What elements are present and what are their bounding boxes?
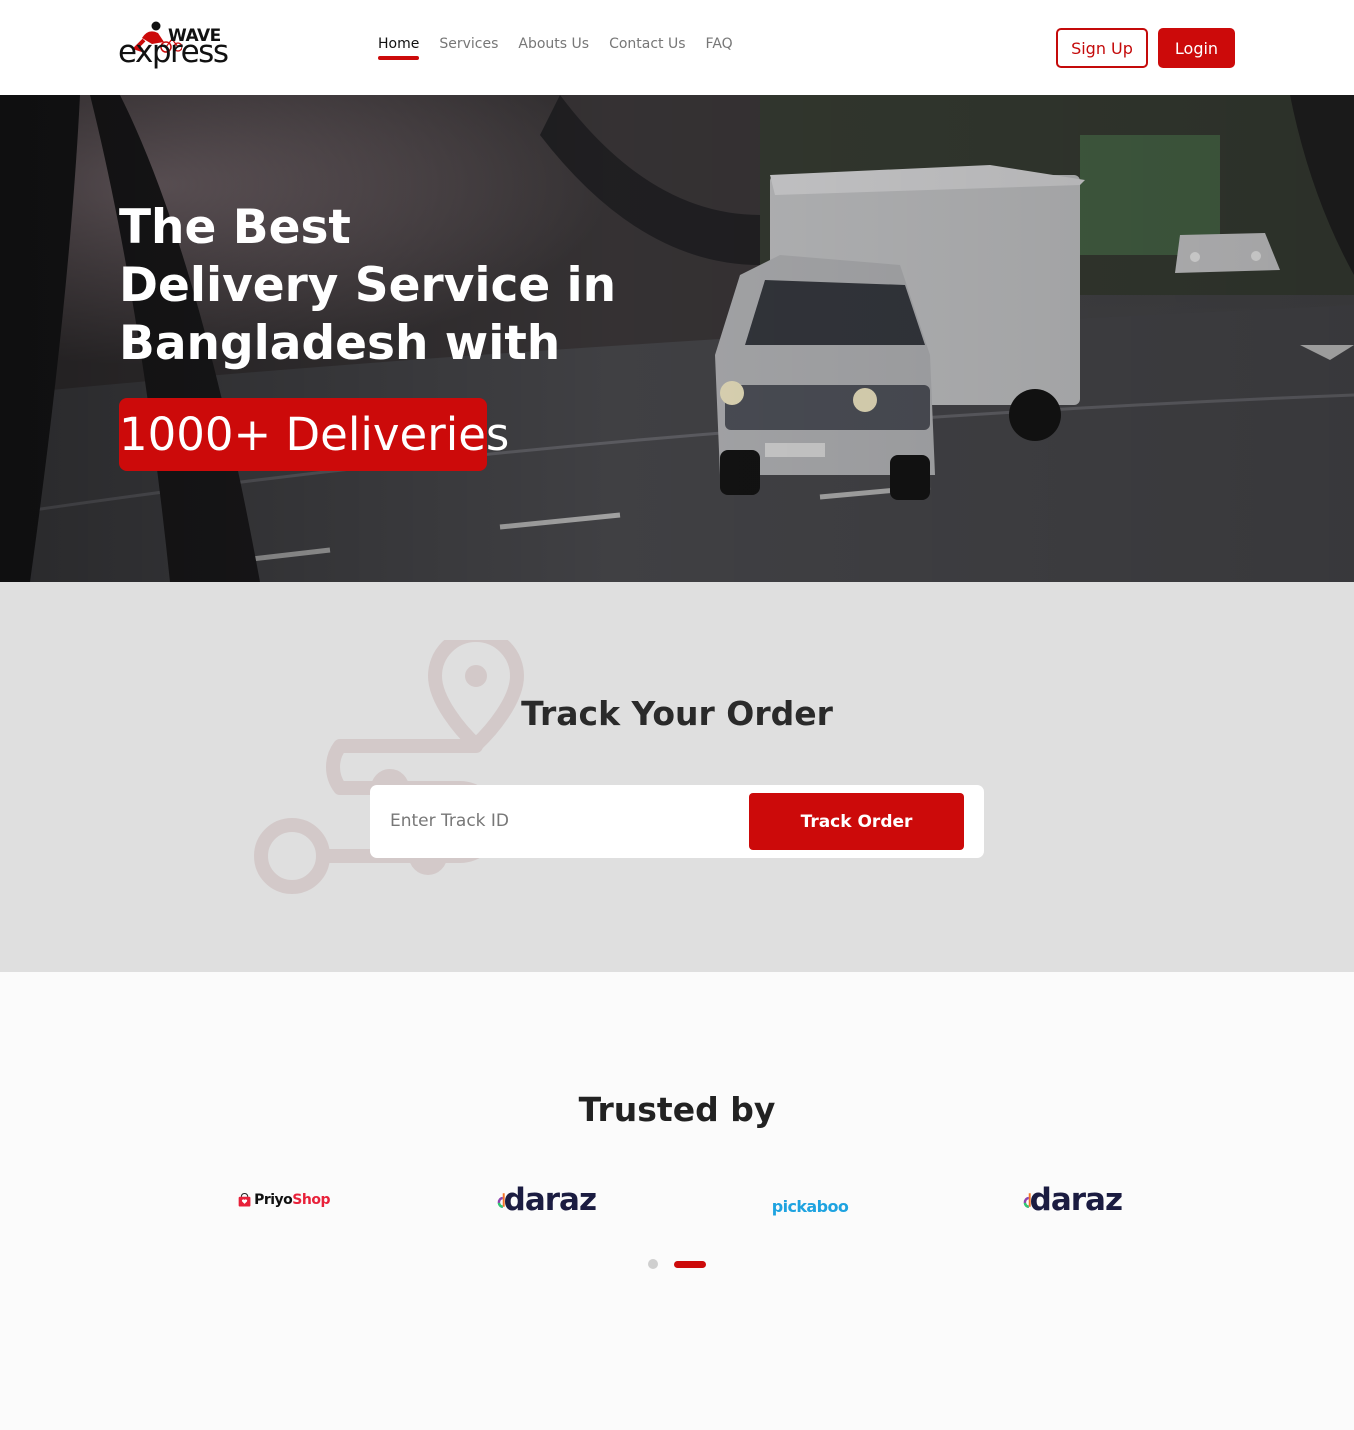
partner-logo-priyoshop[interactable]: PriyoShop (238, 1180, 330, 1220)
carousel-dot[interactable] (648, 1259, 658, 1269)
login-button[interactable]: Login (1158, 28, 1235, 68)
priyoshop-text-shop: Shop (292, 1192, 330, 1208)
hero-title-line: The Best (119, 200, 351, 255)
carousel-dot-active[interactable] (674, 1260, 706, 1268)
nav-services[interactable]: Services (439, 36, 498, 58)
logo-express-text: express (118, 34, 229, 70)
shopping-bag-icon (238, 1192, 251, 1207)
hero-title: The Best Delivery Service in Bangladesh … (119, 199, 639, 373)
wave-express-logo[interactable]: WAVE express (118, 20, 229, 76)
track-order-button[interactable]: Track Order (749, 793, 964, 850)
hero-section: The Best Delivery Service in Bangladesh … (0, 95, 1354, 582)
deliveries-badge: 1000+ Deliveries (119, 398, 509, 471)
partner-logo-daraz[interactable]: daraz (1022, 1180, 1123, 1220)
priyoshop-text-priyo: Priyo (254, 1192, 293, 1208)
partner-logo-pickaboo[interactable]: pickaboo (771, 1186, 849, 1226)
trusted-by-title: Trusted by (578, 1090, 776, 1129)
track-order-section: Track Your Order Track Order (0, 582, 1354, 972)
nav-contact-us[interactable]: Contact Us (609, 36, 685, 58)
track-title: Track Your Order (521, 694, 833, 733)
navbar: WAVE express Home Services Abouts Us Con… (0, 0, 1354, 95)
partner-logo-daraz[interactable]: daraz (496, 1180, 597, 1220)
signup-button[interactable]: Sign Up (1056, 28, 1148, 68)
track-form: Track Order (370, 785, 984, 858)
daraz-text: daraz (1029, 1182, 1123, 1218)
hero-title-line: Delivery Service in (119, 258, 617, 313)
carousel-pagination (648, 1258, 706, 1270)
daraz-text: daraz (503, 1182, 597, 1218)
track-id-input[interactable] (390, 799, 730, 843)
main-nav: Home Services Abouts Us Contact Us FAQ (378, 36, 733, 60)
hero-title-line: Bangladesh with (119, 316, 561, 371)
nav-about-us[interactable]: Abouts Us (518, 36, 589, 58)
pickaboo-text: pickaboo (771, 1196, 849, 1216)
nav-home[interactable]: Home (378, 36, 420, 60)
nav-faq[interactable]: FAQ (706, 36, 733, 58)
